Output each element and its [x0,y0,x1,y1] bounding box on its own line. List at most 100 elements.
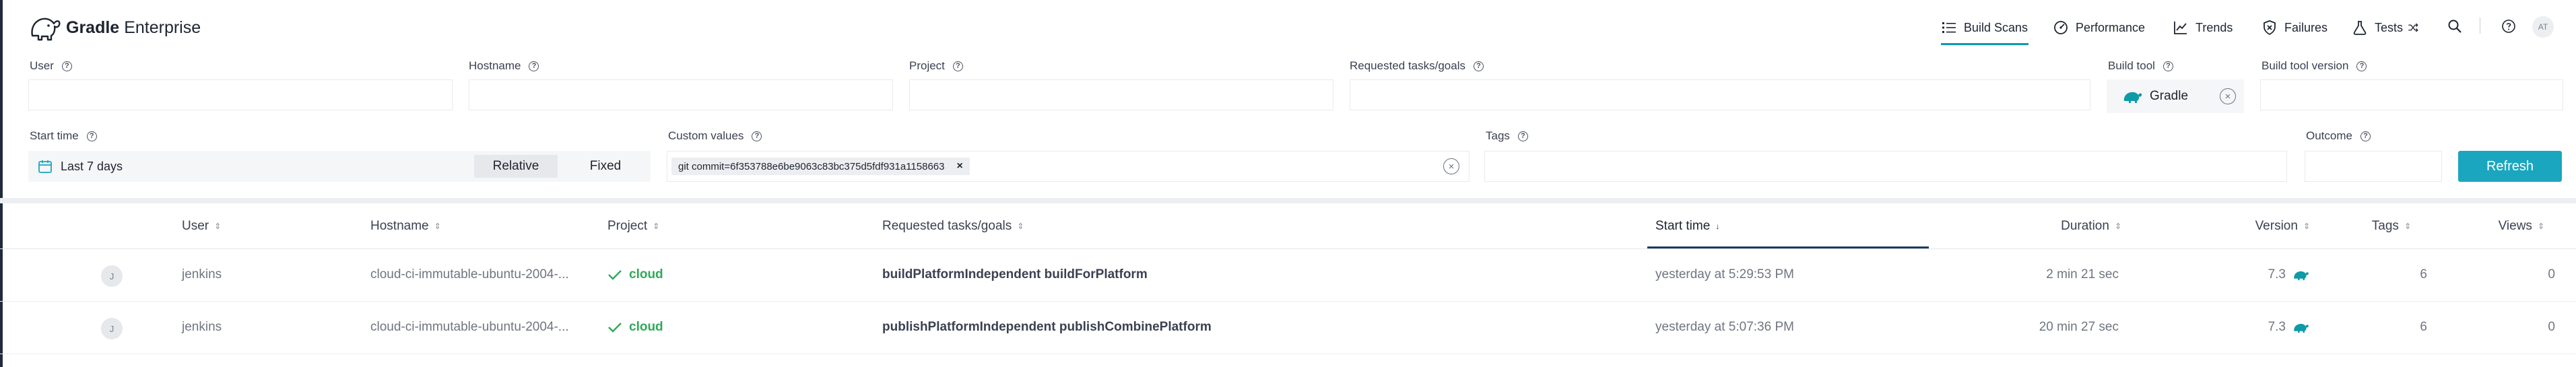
help-icon[interactable]: ? [2360,131,2371,141]
tags-input[interactable] [1484,151,2287,182]
cell-project: cloud [607,249,663,300]
relative-toggle[interactable]: Relative [474,155,558,178]
cell-project-name: cloud [629,320,663,334]
cell-requested-tasks: publishPlatformIndependent publishCombin… [882,320,1212,334]
column-start-time[interactable]: Start time ↓ [1655,219,1719,234]
filter-hostname-label-text: Hostname [469,59,521,72]
column-project-label: Project [607,219,648,233]
column-views[interactable]: Views ⇕ [2451,219,2544,234]
cell-version: 7.3 [2182,249,2310,300]
column-requested-tasks[interactable]: Requested tasks/goals ⇕ [882,219,1024,234]
help-icon[interactable]: ? [2162,61,2173,71]
table-row[interactable]: J jenkins cloud-ci-immutable-ubuntu-2004… [0,249,2576,300]
sort-icon: ⇕ [434,222,441,231]
build-tool-version-input[interactable] [2260,79,2563,110]
success-check-icon [608,323,622,333]
column-duration[interactable]: Duration ⇕ [1993,219,2121,234]
help-icon[interactable]: ? [61,61,72,71]
hostname-input[interactable] [469,79,893,110]
table-row[interactable]: J jenkins cloud-ci-immutable-ubuntu-2004… [0,302,2576,353]
clear-custom-values-icon[interactable]: × [1443,158,1459,174]
filter-user-label-text: User [30,59,54,72]
user-avatar-icon: J [101,318,123,339]
requested-tasks-input[interactable] [1350,79,2090,110]
gradle-elephant-icon [2294,271,2309,281]
gradle-enterprise-logo[interactable]: Gradle Enterprise [28,9,201,46]
search-icon [2448,20,2462,33]
filter-start-time-label: Start time ? [30,129,97,143]
filter-hostname-label: Hostname ? [469,59,539,73]
cell-start-time: yesterday at 5:07:36 PM [1655,320,1794,334]
top-bar: Gradle Enterprise Build Scans Performanc… [0,0,2576,54]
help-icon[interactable]: ? [952,61,963,71]
outcome-input[interactable] [2305,151,2442,182]
active-nav-indicator [1941,43,2028,45]
list-icon [1942,22,1956,33]
start-time-value: Last 7 days [61,159,123,173]
filter-project-label: Project ? [909,59,963,73]
cell-hostname: cloud-ci-immutable-ubuntu-2004-... [370,320,569,334]
sort-desc-icon: ↓ [1715,222,1720,231]
brand-suffix: Enterprise [124,18,201,37]
custom-value-chip-text: git commit=6f353788e6be9063c83bc375d5fdf… [678,160,945,172]
column-tags-label: Tags [2371,219,2399,233]
cell-version-value: 7.3 [2268,267,2286,281]
column-project[interactable]: Project ⇕ [607,219,659,234]
filter-build-tool-version-label: Build tool version ? [2261,59,2367,73]
nav-tests[interactable]: Tests [2352,13,2419,42]
project-input[interactable] [909,79,1333,110]
help-icon[interactable]: ? [1474,61,1484,71]
filter-build-tool-label-text: Build tool [2108,59,2155,72]
filter-custom-values-label-text: Custom values [668,129,744,142]
help-icon [2502,20,2515,33]
column-user-label: User [182,219,209,233]
elephant-logo-icon [31,18,61,41]
filter-requested-tasks-label: Requested tasks/goals ? [1350,59,1484,73]
column-tags[interactable]: Tags ⇕ [2323,219,2411,234]
fixed-toggle[interactable]: Fixed [564,155,647,178]
sort-icon: ⇕ [653,222,660,231]
filter-outcome-label: Outcome ? [2306,129,2371,143]
column-version[interactable]: Version ⇕ [2182,219,2310,234]
filter-outcome-label-text: Outcome [2306,129,2352,142]
shield-x-icon [2264,20,2276,36]
help-icon[interactable]: ? [2356,61,2367,71]
user-avatar[interactable]: AT [2532,16,2554,38]
filter-build-tool-version-label-text: Build tool version [2261,59,2349,72]
column-hostname[interactable]: Hostname ⇕ [370,219,441,234]
user-input[interactable] [28,79,453,110]
cell-user: jenkins [182,267,222,281]
column-user[interactable]: User ⇕ [182,219,221,234]
beaker-icon [2353,21,2367,35]
nav-build-scans-label: Build Scans [1964,20,2028,34]
cell-tags: 6 [2420,320,2427,334]
sort-icon: ⇕ [2303,222,2310,231]
help-icon[interactable]: ? [752,131,762,141]
custom-values-input[interactable]: git commit=6f353788e6be9063c83bc375d5fdf… [667,151,1469,182]
nav-build-scans[interactable]: Build Scans [1941,13,2028,42]
nav-trends[interactable]: Trends [2173,13,2233,42]
help-icon[interactable]: ? [1517,131,1528,141]
cell-project-name: cloud [629,267,663,281]
nav-performance[interactable]: Performance [2053,13,2145,42]
nav-failures[interactable]: Failures [2261,13,2327,42]
filter-user-label: User ? [30,59,72,73]
gauge-icon [2054,21,2068,34]
column-duration-label: Duration [2061,219,2109,233]
refresh-button[interactable]: Refresh [2458,151,2562,182]
cell-views: 0 [2548,320,2555,334]
cell-start-time: yesterday at 5:29:53 PM [1655,267,1794,281]
filter-tags-label: Tags ? [1486,129,1528,143]
cell-views: 0 [2548,267,2555,281]
remove-chip-icon[interactable]: × [956,160,962,172]
help-icon[interactable]: ? [529,61,539,71]
filter-tags-label-text: Tags [1486,129,1510,142]
brand-name: Gradle [66,18,120,37]
clear-build-tool-icon[interactable]: × [2220,88,2236,104]
user-avatar-icon: J [101,265,123,287]
help-button[interactable] [2499,16,2519,36]
gradle-elephant-icon [2294,323,2309,333]
help-icon[interactable]: ? [86,131,97,141]
search-button[interactable] [2445,16,2465,36]
nav-tests-label: Tests [2375,20,2404,34]
